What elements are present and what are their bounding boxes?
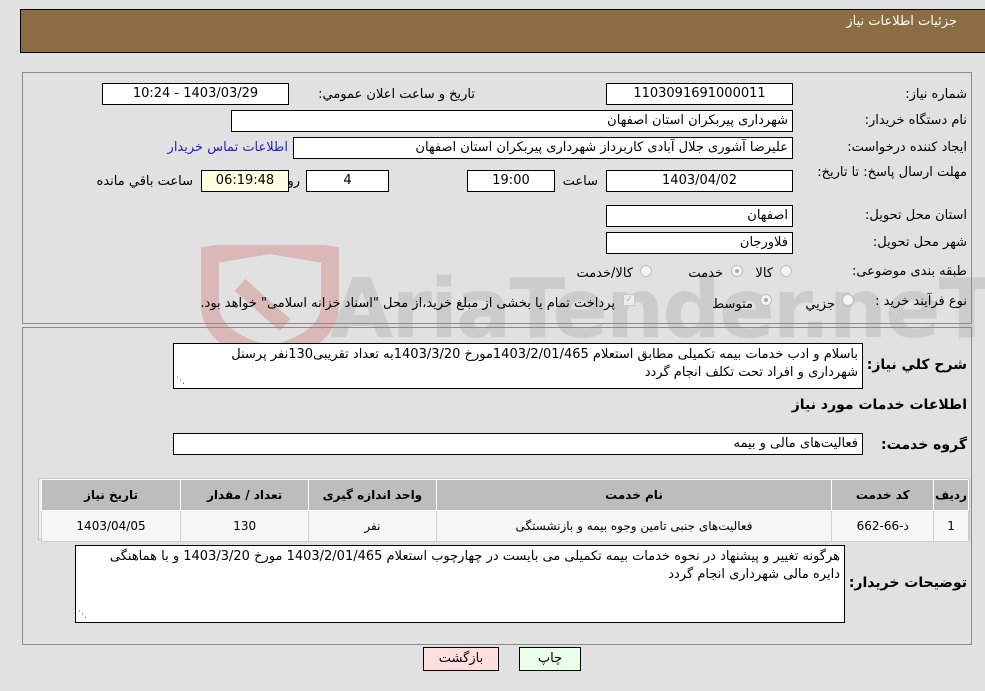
resize-grip-icon[interactable]: ⋰: [78, 611, 87, 620]
col-header-service-name: نام خدمت: [435, 479, 833, 511]
delivery-province-label: استان محل تحویل:: [865, 208, 967, 223]
description-textarea[interactable]: باسلام و ادب خدمات بیمه تکمیلی مطابق است…: [173, 343, 863, 389]
col-header-unit: واحد اندازه گیری: [308, 479, 437, 511]
cell-row-number: 1: [933, 510, 969, 542]
process-option-minor: جزیي: [805, 297, 835, 312]
requester-field: علیرضا آشوری جلال آبادی کاربرداز شهرداری…: [293, 137, 793, 159]
category-radio-service[interactable]: [731, 265, 743, 277]
col-header-row-number: ردیف: [933, 479, 969, 511]
cell-need-date: 1403/04/05: [40, 510, 182, 542]
announce-datetime-label: تاریخ و ساعت اعلان عمومي:: [318, 87, 475, 102]
delivery-city-label: شهر محل تحویل:: [872, 235, 967, 250]
deadline-time-label: ساعت: [562, 174, 598, 189]
services-section-title: اطلاعات خدمات مورد نیاز: [791, 397, 967, 413]
process-option-medium: متوسط: [712, 297, 753, 312]
col-header-need-date: تاریخ نیاز: [40, 479, 182, 511]
delivery-city-field: فلاورجان: [606, 232, 793, 254]
time-remaining-field: 06:19:48: [201, 170, 289, 192]
service-group-label: گروه خدمت:: [881, 437, 967, 453]
buyer-notes-label: توضیحات خریدار:: [848, 575, 967, 591]
purchase-process-label: نوع فرآیند خرید :: [875, 294, 967, 309]
deadline-date-field: 1403/04/02: [606, 170, 793, 192]
page-title: جزئیات اطلاعات نیاز: [846, 14, 957, 29]
table-row: 1 ذ-66-662 فعالیت‌های جنبی تامین وجوه بی…: [40, 510, 969, 542]
description-label: شرح کلي نیاز:: [866, 357, 967, 373]
category-option-service: خدمت: [688, 266, 723, 281]
announce-datetime-field: 1403/03/29 - 10:24: [102, 83, 289, 105]
delivery-province-field: اصفهان: [606, 205, 793, 227]
services-table-wrapper: ردیف کد خدمت نام خدمت واحد اندازه گیری ت…: [38, 478, 970, 542]
service-group-field: فعالیت‌های مالی و بیمه: [173, 433, 863, 455]
table-header-row: ردیف کد خدمت نام خدمت واحد اندازه گیری ت…: [40, 479, 969, 511]
buyer-contact-link[interactable]: اطلاعات تماس خریدار: [168, 140, 288, 155]
category-label: طبقه بندی موضوعی:: [851, 264, 967, 279]
col-header-quantity: تعداد / مقدار: [180, 479, 310, 511]
treasury-checkbox[interactable]: ✓: [623, 294, 635, 306]
need-number-label: شماره نیاز:: [905, 87, 967, 102]
resize-grip-icon[interactable]: ⋰: [176, 377, 185, 386]
buyer-notes-textarea[interactable]: هرگونه تغییر و پیشنهاد در نحوه خدمات بیم…: [75, 545, 845, 623]
deadline-label: مهلت ارسال پاسخ: تا تاریخ:: [817, 165, 967, 180]
buyer-org-label: نام دستگاه خریدار:: [864, 113, 967, 128]
deadline-time-field: 19:00: [467, 170, 555, 192]
cell-service-name: فعالیت‌های جنبی تامین وجوه بیمه و بازنشس…: [435, 510, 833, 542]
col-header-service-code: کد خدمت: [831, 479, 935, 511]
page-header: [20, 9, 985, 53]
time-remaining-label: ساعت باقي مانده: [96, 174, 193, 189]
description-text: باسلام و ادب خدمات بیمه تکمیلی مطابق است…: [231, 347, 858, 380]
services-table: ردیف کد خدمت نام خدمت واحد اندازه گیری ت…: [40, 479, 969, 542]
category-radio-goods[interactable]: [780, 265, 792, 277]
category-radio-goods-service[interactable]: [640, 265, 652, 277]
cell-unit: نفر: [308, 510, 437, 542]
cell-quantity: 130: [180, 510, 310, 542]
back-button[interactable]: بازگشت: [423, 647, 499, 671]
print-button[interactable]: چاپ: [519, 647, 581, 671]
buyer-notes-text: هرگونه تغییر و پیشنهاد در نحوه خدمات بیم…: [109, 549, 840, 582]
requester-label: ایجاد کننده درخواست:: [847, 140, 967, 155]
process-radio-medium[interactable]: [760, 294, 772, 306]
buyer-org-field: شهرداری پیربکران استان اصفهان: [231, 110, 793, 132]
treasury-note: پرداخت تمام یا بخشی از مبلغ خرید،از محل …: [200, 296, 615, 311]
need-number-field: 1103091691000011: [606, 83, 793, 105]
category-option-goods-service: کالا/خدمت: [576, 266, 633, 281]
cell-service-code: ذ-66-662: [831, 510, 935, 542]
category-option-goods: کالا: [755, 266, 773, 281]
process-radio-minor[interactable]: [842, 294, 854, 306]
days-remaining-field: 4: [306, 170, 389, 192]
